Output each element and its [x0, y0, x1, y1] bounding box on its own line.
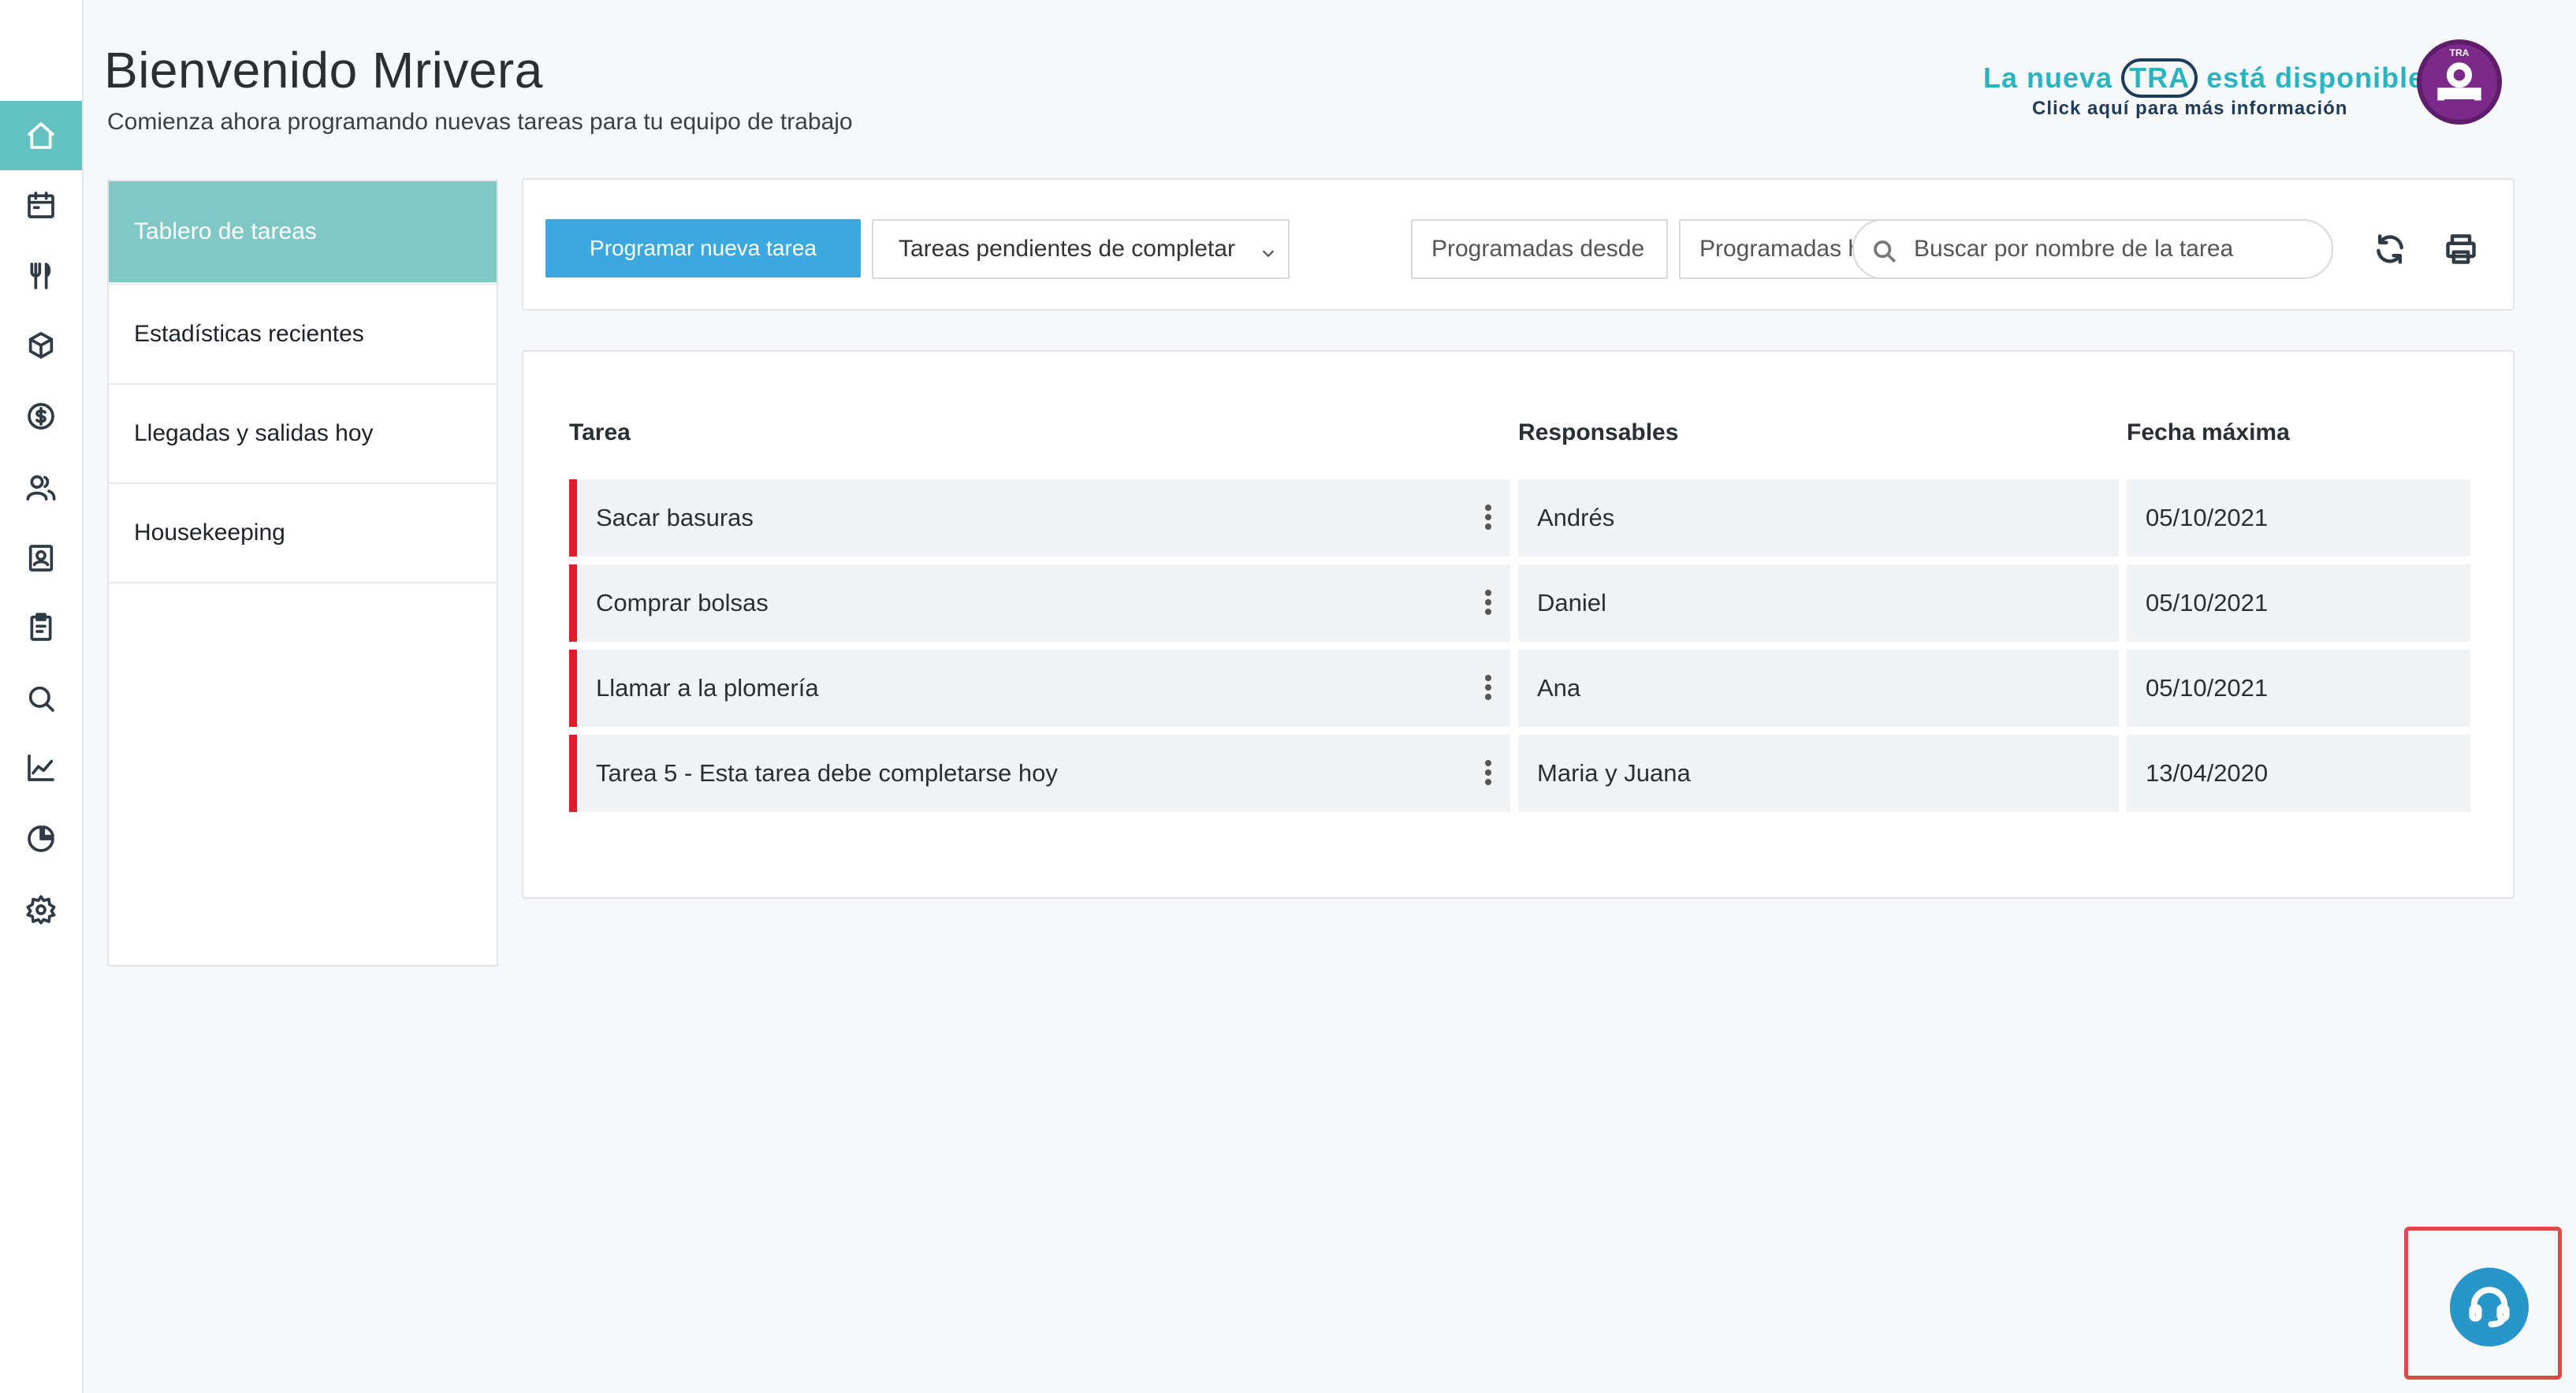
scheduled-from-input[interactable] — [1411, 219, 1668, 279]
responsible-cell: Ana — [1518, 650, 2119, 727]
menu-item-recent-stats[interactable]: Estadísticas recientes — [109, 285, 497, 385]
task-name: Sacar basuras — [596, 504, 754, 531]
column-header-task: Tarea — [569, 419, 631, 445]
task-cell: Sacar basuras — [569, 479, 1510, 557]
more-options-icon[interactable] — [1483, 675, 1493, 703]
task-status-select[interactable]: Tareas pendientes de completar — [872, 219, 1290, 279]
promo-tra-word: TRA — [2121, 58, 2198, 98]
due-date-cell: 05/10/2021 — [2127, 479, 2470, 557]
promo-headline: La nueva TRA está disponible — [1983, 58, 2425, 98]
search-input[interactable] — [1914, 229, 2316, 270]
due-date-cell: 05/10/2021 — [2127, 650, 2470, 727]
rail-billing[interactable] — [0, 382, 82, 451]
page-title: Bienvenido Mrivera — [104, 42, 543, 99]
search-icon — [1871, 238, 1898, 265]
task-name: Llamar a la plomería — [596, 674, 819, 702]
search-box[interactable] — [1852, 219, 2333, 279]
table-row[interactable]: Comprar bolsas Daniel 05/10/2021 — [569, 564, 2470, 642]
menu-item-housekeeping[interactable]: Housekeeping — [109, 484, 497, 583]
responsible-cell: Andrés — [1518, 479, 2119, 557]
task-cell: Comprar bolsas — [569, 564, 1510, 642]
restaurant-icon — [30, 263, 51, 289]
contact-book-icon — [28, 545, 54, 572]
tasks-table: Tarea Responsables Fecha máxima Sacar ba… — [522, 350, 2515, 899]
rail-home[interactable] — [0, 101, 82, 170]
task-status-selected: Tareas pendientes de completar — [899, 236, 1235, 262]
users-icon — [26, 475, 56, 501]
column-header-responsible: Responsables — [1518, 419, 1679, 445]
rail-contacts[interactable] — [0, 523, 82, 593]
rail-settings[interactable] — [0, 875, 82, 944]
line-chart-icon — [28, 754, 54, 781]
menu-item-arrivals-departures[interactable]: Llegadas y salidas hoy — [109, 385, 497, 484]
menu-item-task-board[interactable]: Tablero de tareas — [109, 181, 497, 285]
icon-rail — [0, 0, 84, 1393]
search-icon — [28, 686, 54, 712]
clipboard-icon — [30, 613, 52, 641]
rail-calendar[interactable] — [0, 170, 82, 240]
due-date-cell: 13/04/2020 — [2127, 735, 2470, 812]
rail-restaurant[interactable] — [0, 241, 82, 311]
page-subtitle: Comienza ahora programando nuevas tareas… — [107, 109, 853, 135]
support-chat-button[interactable] — [2450, 1268, 2529, 1346]
home-icon — [28, 122, 54, 149]
rail-reports[interactable] — [0, 733, 82, 803]
responsible-cell: Daniel — [1518, 564, 2119, 642]
promo-badge: TRA — [2417, 39, 2502, 125]
rail-search[interactable] — [0, 664, 82, 733]
promo-headline-after: está disponible — [2206, 61, 2425, 94]
promo-banner[interactable]: La nueva TRA está disponible Click aquí … — [1971, 35, 2507, 137]
bed-location-icon — [2437, 62, 2481, 101]
task-name: Tarea 5 - Esta tarea debe completarse ho… — [596, 759, 1058, 787]
box-icon — [28, 332, 54, 359]
column-header-due-date: Fecha máxima — [2127, 419, 2290, 445]
table-row[interactable]: Llamar a la plomería Ana 05/10/2021 — [569, 650, 2470, 727]
more-options-icon[interactable] — [1483, 760, 1493, 788]
promo-headline-before: La nueva — [1983, 61, 2113, 94]
promo-cta: Click aquí para más información — [2032, 98, 2348, 119]
promo-badge-text: TRA — [2449, 47, 2470, 58]
task-cell: Tarea 5 - Esta tarea debe completarse ho… — [569, 735, 1510, 812]
chevron-down-icon — [1260, 241, 1277, 259]
rail-tasks[interactable] — [0, 593, 82, 662]
calendar-icon — [28, 192, 54, 218]
settings-icon — [26, 895, 56, 925]
new-task-button[interactable]: Programar nueva tarea — [545, 219, 861, 277]
responsible-cell: Maria y Juana — [1518, 735, 2119, 812]
dashboard-menu: Tablero de tareas Estadísticas recientes… — [107, 180, 498, 967]
task-toolbar: Programar nueva tarea Tareas pendientes … — [522, 178, 2515, 311]
rail-statistics[interactable] — [0, 804, 82, 873]
rail-guests[interactable] — [0, 453, 82, 522]
more-options-icon[interactable] — [1483, 590, 1493, 618]
due-date-cell: 05/10/2021 — [2127, 564, 2470, 642]
headset-icon — [2469, 1287, 2510, 1328]
pie-chart-icon — [28, 825, 54, 852]
task-cell: Llamar a la plomería — [569, 650, 1510, 727]
print-icon[interactable] — [2444, 232, 2478, 266]
table-row[interactable]: Sacar basuras Andrés 05/10/2021 — [569, 479, 2470, 557]
more-options-icon[interactable] — [1483, 505, 1493, 533]
refresh-icon[interactable] — [2373, 232, 2407, 266]
table-row[interactable]: Tarea 5 - Esta tarea debe completarse ho… — [569, 735, 2470, 812]
task-name: Comprar bolsas — [596, 589, 769, 616]
rail-inventory[interactable] — [0, 311, 82, 380]
dollar-icon — [28, 403, 54, 430]
